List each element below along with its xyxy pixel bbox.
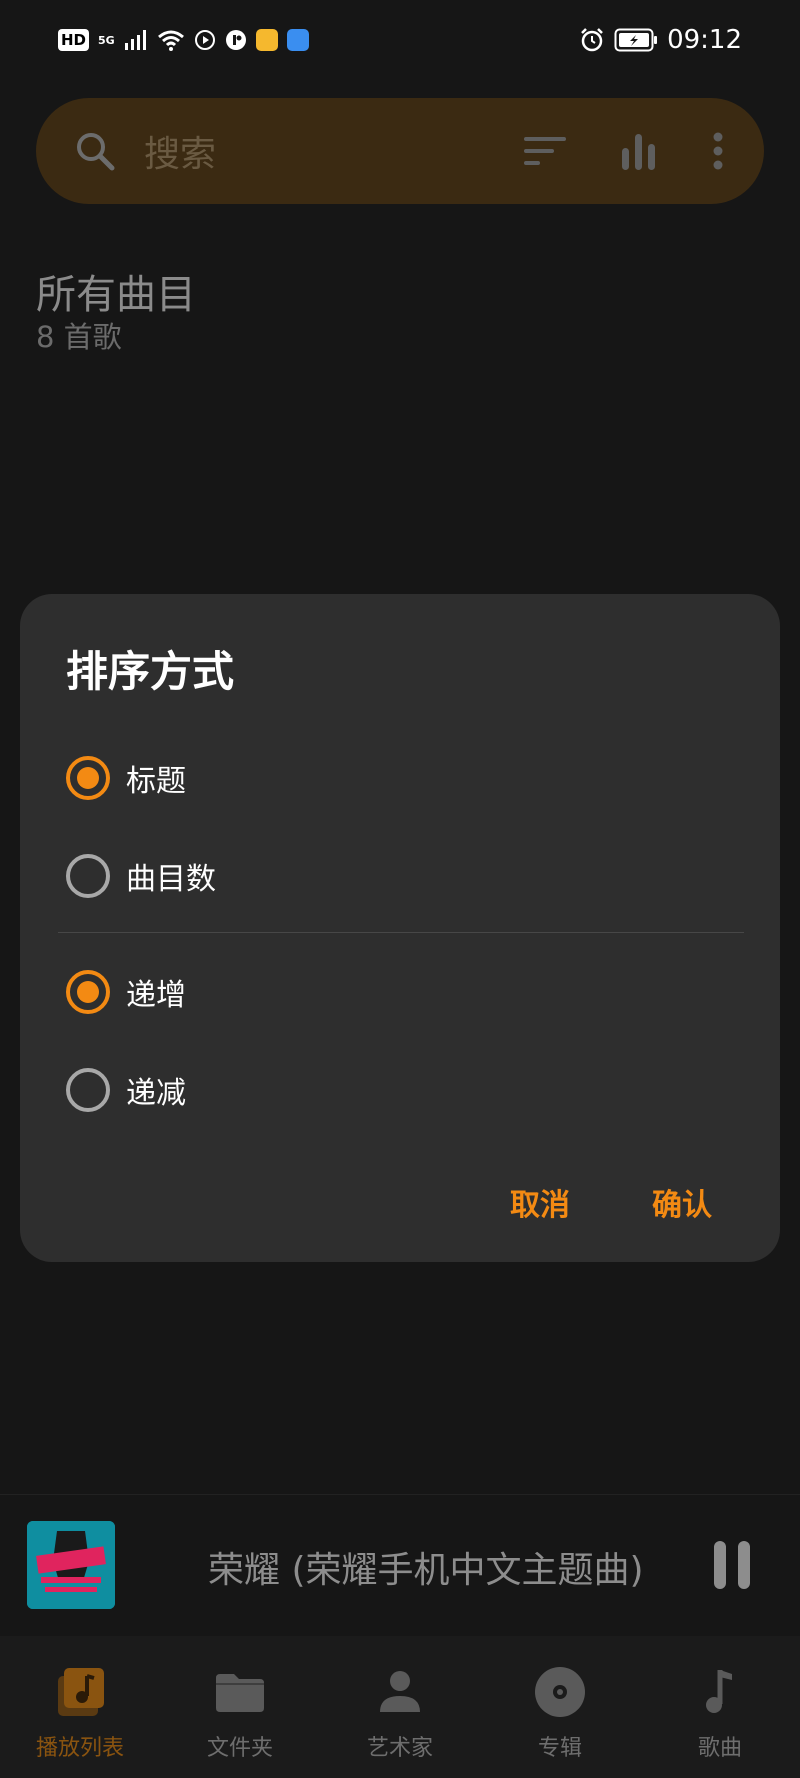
order-option-ascending[interactable]: 递增 <box>66 962 726 1022</box>
nav-item-folders[interactable]: 文件夹 <box>160 1636 320 1778</box>
list-count: 8 首歌 <box>36 320 122 354</box>
wifi-icon <box>157 30 184 51</box>
app-status-icon <box>225 30 246 50</box>
sort-icon[interactable] <box>524 136 566 166</box>
battery-icon <box>614 28 658 52</box>
nav-label: 专辑 <box>537 1736 582 1761</box>
status-bar: HD 5G 09:12 <box>0 0 800 80</box>
nav-item-albums[interactable]: 专辑 <box>480 1636 640 1778</box>
now-playing-title[interactable]: 荣耀 (荣耀手机中文主题曲) • <box>208 1541 654 1593</box>
playlist-icon <box>58 1668 104 1716</box>
search-actions <box>524 132 724 170</box>
radio-button[interactable] <box>66 1068 110 1112</box>
radio-button-checked[interactable] <box>66 756 110 800</box>
nav-item-playlists[interactable]: 播放列表 <box>0 1636 160 1778</box>
bottom-navigation: 播放列表 文件夹 艺术家 专辑 歌曲 <box>0 1636 800 1778</box>
nav-label: 播放列表 <box>35 1736 124 1761</box>
folder-icon <box>216 1674 264 1712</box>
mail-app-icon <box>255 29 278 51</box>
equalizer-icon[interactable] <box>620 132 658 170</box>
album-icon <box>535 1667 585 1717</box>
nav-label: 文件夹 <box>206 1736 273 1761</box>
artist-icon <box>380 1671 420 1712</box>
mini-player[interactable]: 荣耀 (荣耀手机中文主题曲) • <box>0 1494 800 1634</box>
option-label: 递增 <box>126 978 186 1013</box>
nav-label: 歌曲 <box>697 1736 742 1761</box>
confirm-button[interactable]: 确认 <box>652 1180 712 1224</box>
search-bar[interactable]: 搜索 <box>36 98 764 204</box>
dialog-divider <box>58 932 744 933</box>
option-label: 递减 <box>126 1076 186 1111</box>
more-options-icon[interactable] <box>712 132 724 170</box>
radio-button[interactable] <box>66 854 110 898</box>
nav-label: 艺术家 <box>366 1736 433 1761</box>
search-input[interactable]: 搜索 <box>144 125 524 177</box>
option-label: 曲目数 <box>126 862 216 897</box>
pause-button[interactable] <box>714 1541 750 1591</box>
network-type: 5G <box>98 33 115 47</box>
album-art-image <box>27 1521 115 1609</box>
song-icon <box>706 1670 732 1713</box>
sort-option-title[interactable]: 标题 <box>66 748 726 808</box>
sort-dialog: 排序方式 标题 曲目数 递增 递减 取消 确认 <box>20 594 780 1262</box>
play-status-icon <box>194 30 215 50</box>
list-title: 所有曲目 <box>36 272 196 318</box>
chat-app-icon <box>286 29 309 51</box>
status-time: 09:12 <box>667 25 742 55</box>
nav-item-artists[interactable]: 艺术家 <box>320 1636 480 1778</box>
status-right: 09:12 <box>579 25 742 55</box>
status-left: HD 5G <box>58 29 309 51</box>
search-icon[interactable] <box>74 130 116 172</box>
dialog-title: 排序方式 <box>66 647 235 696</box>
radio-button-checked[interactable] <box>66 970 110 1014</box>
order-option-descending[interactable]: 递减 <box>66 1060 726 1120</box>
sort-option-track-number[interactable]: 曲目数 <box>66 846 726 906</box>
pause-icon-bar-right <box>738 1541 750 1589</box>
alarm-icon <box>581 28 603 52</box>
option-label: 标题 <box>126 764 186 799</box>
album-art[interactable] <box>27 1521 115 1609</box>
cancel-button[interactable]: 取消 <box>510 1180 570 1224</box>
nav-item-songs[interactable]: 歌曲 <box>640 1636 800 1778</box>
hd-badge: HD <box>58 29 90 51</box>
signal-icon <box>124 30 146 50</box>
pause-icon-bar-left <box>714 1541 726 1589</box>
